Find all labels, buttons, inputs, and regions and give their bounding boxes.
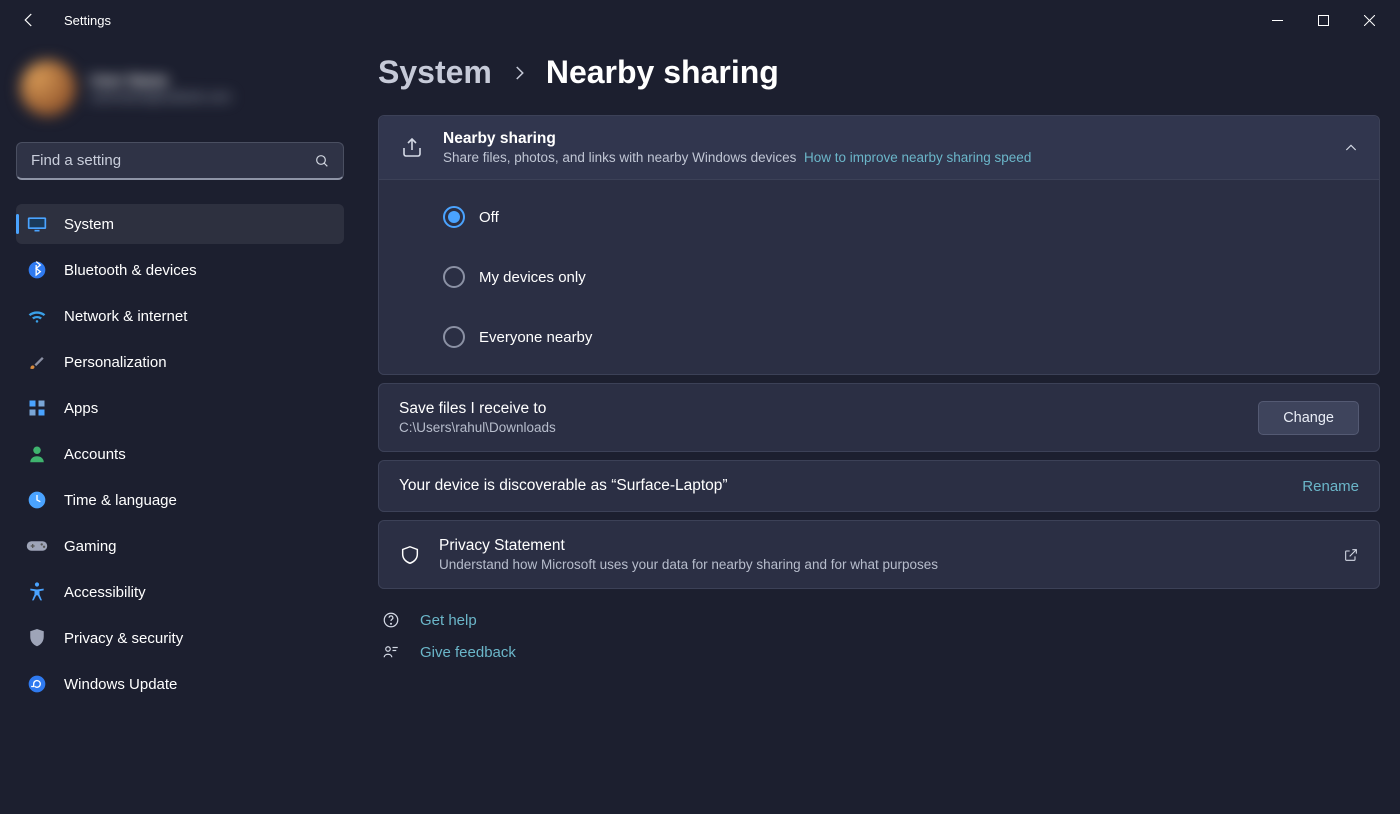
external-link-icon	[1343, 547, 1359, 563]
radio-circle-icon	[443, 206, 465, 228]
shield-icon	[26, 627, 48, 649]
sidebar-item-label: Windows Update	[64, 676, 177, 693]
search-input[interactable]	[16, 142, 344, 180]
nearby-sharing-options: Off My devices only Everyone nearby	[379, 180, 1379, 374]
profile-name: User Name	[90, 72, 231, 89]
nearby-sharing-title: Nearby sharing	[443, 130, 1325, 148]
search-icon	[314, 153, 330, 169]
titlebar: Settings	[0, 0, 1400, 40]
sidebar-item-label: Network & internet	[64, 308, 187, 325]
improve-speed-link[interactable]: How to improve nearby sharing speed	[804, 150, 1031, 165]
sidebar-item-label: System	[64, 216, 114, 233]
paintbrush-icon	[26, 351, 48, 373]
sidebar-item-network-internet[interactable]: Network & internet	[16, 296, 344, 336]
discoverable-row: Your device is discoverable as “Surface-…	[378, 460, 1380, 512]
apps-icon	[26, 397, 48, 419]
sidebar-item-label: Personalization	[64, 354, 167, 371]
change-button[interactable]: Change	[1258, 401, 1359, 435]
avatar	[20, 60, 76, 116]
privacy-statement-row[interactable]: Privacy Statement Understand how Microso…	[378, 520, 1380, 589]
sidebar-item-privacy-security[interactable]: Privacy & security	[16, 618, 344, 658]
sidebar-item-personalization[interactable]: Personalization	[16, 342, 344, 382]
sidebar-item-accessibility[interactable]: Accessibility	[16, 572, 344, 612]
sidebar-item-label: Accounts	[64, 446, 126, 463]
sidebar-item-accounts[interactable]: Accounts	[16, 434, 344, 474]
nearby-sharing-card: Nearby sharing Share files, photos, and …	[378, 115, 1380, 375]
get-help-label: Get help	[420, 612, 477, 629]
clock-icon	[26, 489, 48, 511]
accessibility-icon	[26, 581, 48, 603]
support-links: Get help Give feedback	[378, 611, 1380, 661]
gamepad-icon	[26, 535, 48, 557]
nearby-sharing-subtitle: Share files, photos, and links with near…	[443, 150, 1325, 165]
rename-link[interactable]: Rename	[1302, 478, 1359, 495]
give-feedback-label: Give feedback	[420, 644, 516, 661]
radio-off[interactable]: Off	[443, 206, 1369, 228]
feedback-icon	[380, 643, 402, 661]
sidebar-item-label: Time & language	[64, 492, 177, 509]
close-button[interactable]	[1346, 3, 1392, 37]
bluetooth-icon	[26, 259, 48, 281]
breadcrumb: System Nearby sharing	[378, 54, 1380, 91]
display-icon	[26, 213, 48, 235]
nearby-sharing-header[interactable]: Nearby sharing Share files, photos, and …	[379, 116, 1379, 180]
sidebar-item-windows-update[interactable]: Windows Update	[16, 664, 344, 704]
content: System Nearby sharing Nearby sharing Sha…	[360, 40, 1400, 814]
profile-email: username@outlook.com	[90, 89, 231, 104]
radio-circle-icon	[443, 266, 465, 288]
sidebar-item-system[interactable]: System	[16, 204, 344, 244]
sidebar-item-apps[interactable]: Apps	[16, 388, 344, 428]
help-icon	[380, 611, 402, 629]
page-title: Nearby sharing	[546, 54, 779, 91]
back-button[interactable]	[20, 11, 48, 29]
save-location-path: C:\Users\rahul\Downloads	[399, 420, 1240, 435]
minimize-button[interactable]	[1254, 3, 1300, 37]
radio-label: Off	[479, 209, 499, 226]
give-feedback-link[interactable]: Give feedback	[380, 643, 1380, 661]
maximize-button[interactable]	[1300, 3, 1346, 37]
sidebar: User Name username@outlook.com System Blu…	[0, 40, 360, 814]
chevron-right-icon	[510, 64, 528, 82]
wifi-icon	[26, 305, 48, 327]
radio-circle-icon	[443, 326, 465, 348]
window-controls	[1254, 3, 1392, 37]
sidebar-item-gaming[interactable]: Gaming	[16, 526, 344, 566]
nearby-sharing-subtitle-text: Share files, photos, and links with near…	[443, 150, 796, 165]
shield-icon	[399, 544, 421, 566]
sidebar-item-label: Privacy & security	[64, 630, 183, 647]
radio-label: Everyone nearby	[479, 329, 592, 346]
sidebar-item-time-language[interactable]: Time & language	[16, 480, 344, 520]
save-location-title: Save files I receive to	[399, 400, 1240, 418]
privacy-title: Privacy Statement	[439, 537, 1325, 555]
sidebar-item-label: Apps	[64, 400, 98, 417]
chevron-up-icon	[1343, 140, 1359, 156]
get-help-link[interactable]: Get help	[380, 611, 1380, 629]
sidebar-item-label: Accessibility	[64, 584, 146, 601]
sidebar-item-label: Bluetooth & devices	[64, 262, 197, 279]
person-icon	[26, 443, 48, 465]
radio-everyone-nearby[interactable]: Everyone nearby	[443, 326, 1369, 348]
breadcrumb-root[interactable]: System	[378, 54, 492, 91]
window-title: Settings	[64, 13, 111, 28]
radio-label: My devices only	[479, 269, 586, 286]
profile-section[interactable]: User Name username@outlook.com	[16, 52, 344, 142]
nav-list: System Bluetooth & devices Network & inter…	[16, 204, 344, 704]
sidebar-item-bluetooth-devices[interactable]: Bluetooth & devices	[16, 250, 344, 290]
discoverable-text: Your device is discoverable as “Surface-…	[399, 477, 1284, 495]
radio-my-devices-only[interactable]: My devices only	[443, 266, 1369, 288]
update-icon	[26, 673, 48, 695]
save-location-row: Save files I receive to C:\Users\rahul\D…	[378, 383, 1380, 452]
share-icon	[399, 135, 425, 161]
privacy-subtitle: Understand how Microsoft uses your data …	[439, 557, 1325, 572]
sidebar-item-label: Gaming	[64, 538, 117, 555]
